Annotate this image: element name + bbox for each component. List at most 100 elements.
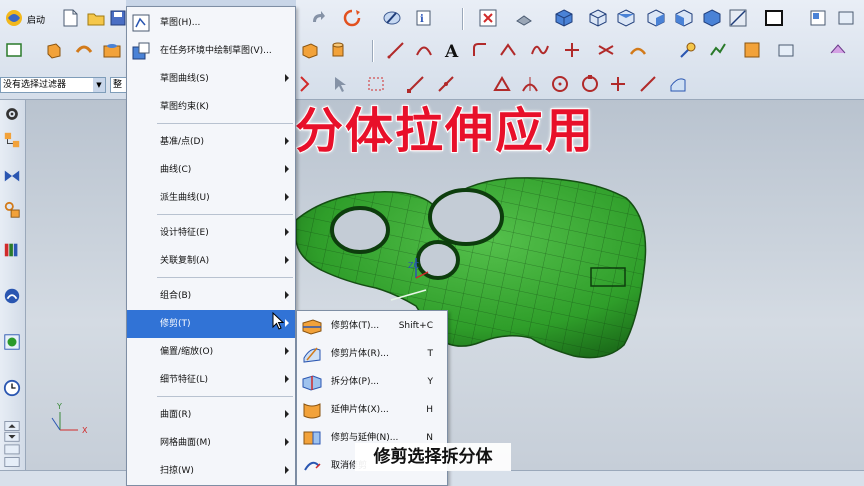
menu-item-sketch[interactable]: 草图(H)...	[127, 9, 295, 37]
submenu-item-trim-body[interactable]: 修剪体(T)... Shift+C	[297, 312, 447, 340]
layer-icon[interactable]	[806, 6, 830, 30]
menu-item-label: 草图(H)...	[160, 18, 201, 28]
menu-item-sketch-constraint[interactable]: 草图约束(K)	[127, 93, 295, 121]
chamfer-icon[interactable]	[468, 38, 492, 62]
select-arrow-icon[interactable]	[328, 72, 352, 96]
view-cube-5-icon[interactable]	[672, 6, 696, 30]
menu-item-curve[interactable]: 曲线(C)	[127, 156, 295, 184]
background-color-icon[interactable]	[762, 6, 786, 30]
snap-intersect-icon[interactable]	[518, 72, 542, 96]
menu-item-label: 草图约束(K)	[160, 102, 209, 112]
menu-item-detail-feature[interactable]: 细节特征(L)	[127, 366, 295, 394]
menu-item-offset-scale[interactable]: 偏置/缩放(O)	[127, 338, 295, 366]
video-caption: 修剪选择拆分体	[355, 443, 511, 471]
menu-item-derived-curve[interactable]: 派生曲线(U)	[127, 184, 295, 212]
menu-separator	[157, 214, 293, 215]
offset-curve-icon[interactable]	[496, 38, 520, 62]
intersect-curve-icon[interactable]	[594, 38, 618, 62]
snap-quadrant-icon[interactable]	[578, 72, 602, 96]
extrude-icon[interactable]	[42, 38, 66, 62]
history-icon[interactable]	[1, 330, 23, 354]
menu-item-label: 曲面(R)	[160, 410, 192, 420]
snap-on-curve-icon[interactable]	[636, 72, 660, 96]
snap-control-icon[interactable]	[490, 72, 514, 96]
reuse-library-icon[interactable]	[1, 238, 23, 262]
snap-point-icon[interactable]	[296, 72, 320, 96]
arc-icon[interactable]	[412, 38, 436, 62]
view-cube-2-icon[interactable]	[586, 6, 610, 30]
view-cube-4-icon[interactable]	[644, 6, 668, 30]
render-icon[interactable]	[774, 38, 798, 62]
rectangle-select-icon[interactable]	[364, 72, 388, 96]
submenu-arrow-icon	[285, 438, 289, 446]
submenu-item-trim-sheet[interactable]: 修剪片体(R)... T	[297, 340, 447, 368]
submenu-arrow-icon	[285, 347, 289, 355]
open-folder-icon[interactable]	[84, 6, 108, 30]
display-style-icon[interactable]	[826, 38, 850, 62]
shortcut-label: Shift+C	[398, 321, 433, 331]
block-icon[interactable]	[298, 38, 322, 62]
view-wire-icon[interactable]	[726, 6, 750, 30]
refresh-icon[interactable]	[340, 6, 364, 30]
part-navigator-icon[interactable]	[1, 198, 23, 222]
toolbar-separator	[372, 40, 374, 62]
menu-item-surface[interactable]: 曲面(R)	[127, 401, 295, 429]
window-icon[interactable]	[834, 6, 858, 30]
untrim-icon	[304, 461, 321, 471]
text-icon[interactable]: A	[440, 38, 464, 62]
gear-icon[interactable]	[1, 102, 23, 126]
menu-item-sketch-in-task[interactable]: 在任务环境中绘制草图(V)...	[127, 37, 295, 65]
redo-icon[interactable]	[306, 6, 330, 30]
snap-end-icon[interactable]	[404, 72, 428, 96]
snap-on-face-icon[interactable]	[666, 72, 690, 96]
revolve-icon[interactable]	[72, 38, 96, 62]
view-cube-6-icon[interactable]	[700, 6, 724, 30]
sketch-task-icon	[132, 42, 150, 60]
spline-icon[interactable]	[528, 38, 552, 62]
web-browser-icon[interactable]	[1, 284, 23, 308]
edit-pen-icon[interactable]	[380, 6, 404, 30]
split-body-icon	[302, 375, 322, 391]
submenu-item-extend-sheet[interactable]: 延伸片体(X)... H	[297, 396, 447, 424]
start-label[interactable]: 启动	[27, 13, 45, 26]
menu-item-mesh-surface[interactable]: 网格曲面(M)	[127, 429, 295, 457]
shortcut-label: H	[426, 405, 433, 415]
start-logo-icon[interactable]	[2, 6, 26, 30]
menu-item-sweep[interactable]: 扫掠(W)	[127, 457, 295, 485]
snap-existing-point-icon[interactable]	[606, 72, 630, 96]
constraint-navigator-icon[interactable]	[1, 164, 23, 188]
menu-item-sketch-curve[interactable]: 草图曲线(S)	[127, 65, 295, 93]
fit-view-icon[interactable]	[476, 6, 500, 30]
menu-item-associative-copy[interactable]: 关联复制(A)	[127, 247, 295, 275]
snap-center-icon[interactable]	[548, 72, 572, 96]
shade-icon[interactable]	[512, 6, 536, 30]
sketch-rect-icon[interactable]	[2, 38, 26, 62]
submenu-item-split-body[interactable]: 拆分体(P)... Y	[297, 368, 447, 396]
surface-analysis-icon[interactable]	[740, 38, 764, 62]
menu-item-label: 组合(B)	[160, 291, 192, 301]
line-icon[interactable]	[384, 38, 408, 62]
toolbar-separator	[462, 8, 464, 30]
menu-item-trim[interactable]: 修剪(T)	[127, 310, 295, 338]
sketch-icon	[132, 14, 150, 32]
hole-icon[interactable]	[100, 38, 124, 62]
assembly-navigator-icon[interactable]	[1, 128, 23, 152]
scroll-buttons[interactable]	[1, 414, 23, 474]
view-cube-1-icon[interactable]	[552, 6, 576, 30]
info-icon[interactable]: i	[412, 6, 436, 30]
clock-icon[interactable]	[1, 376, 23, 400]
overlay-title: 拆分体拉伸应用	[244, 102, 596, 160]
snap-mid-icon[interactable]	[434, 72, 458, 96]
cylinder-icon[interactable]	[326, 38, 350, 62]
bridge-curve-icon[interactable]	[626, 38, 650, 62]
menu-item-datum-point[interactable]: 基准/点(D)	[127, 128, 295, 156]
menu-item-design-feature[interactable]: 设计特征(E)	[127, 219, 295, 247]
analysis-icon[interactable]	[706, 38, 730, 62]
trim-sheet-icon	[303, 347, 321, 363]
project-curve-icon[interactable]	[560, 38, 584, 62]
menu-item-combine[interactable]: 组合(B)	[127, 282, 295, 310]
view-cube-3-icon[interactable]	[614, 6, 638, 30]
svg-text:A: A	[444, 42, 459, 60]
measure-icon[interactable]	[676, 38, 700, 62]
new-file-icon[interactable]	[58, 6, 82, 30]
